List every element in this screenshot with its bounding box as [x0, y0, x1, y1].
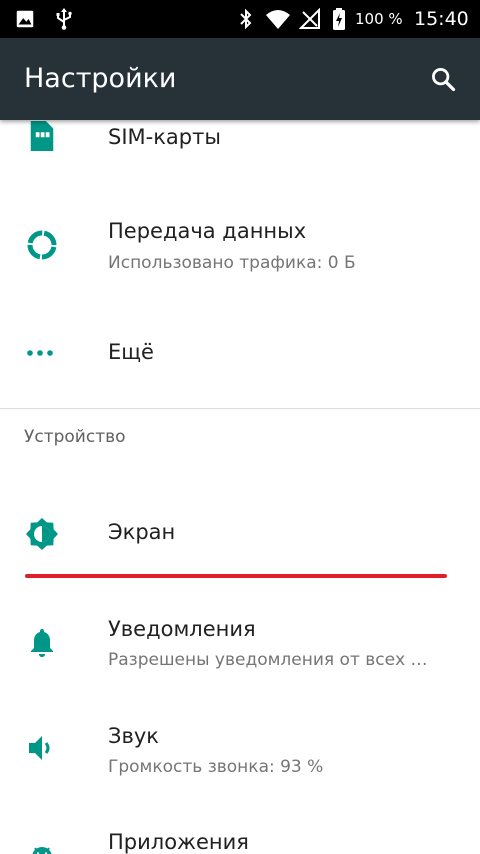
- setting-notifications[interactable]: Уведомления Разрешены уведомления от все…: [0, 590, 480, 700]
- highlight-underline: [25, 574, 447, 578]
- setting-subtitle: Использовано трафика: 0 Б: [108, 253, 356, 273]
- setting-title: Передача данных: [108, 219, 307, 243]
- setting-title: SIM-карты: [108, 125, 221, 149]
- setting-subtitle: Громкость звонка: 93 %: [108, 757, 324, 777]
- battery-percent: 100 %: [355, 10, 403, 28]
- setting-title: Ещё: [108, 340, 154, 364]
- wifi-icon: [265, 0, 291, 38]
- page-title: Настройки: [24, 63, 177, 94]
- section-divider: [0, 408, 480, 409]
- setting-sound[interactable]: Звук Громкость звонка: 93 %: [0, 700, 480, 805]
- brightness-icon: [22, 514, 62, 554]
- setting-subtitle: Разрешены уведомления от всех …: [108, 650, 428, 670]
- battery-charging-icon: [332, 0, 346, 38]
- more-horiz-icon: [22, 333, 62, 373]
- clock: 15:40: [414, 8, 469, 30]
- bluetooth-icon: [238, 0, 254, 38]
- setting-data-usage[interactable]: Передача данных Использовано трафика: 0 …: [0, 190, 480, 300]
- data-usage-icon: [22, 225, 62, 265]
- setting-title: Звук: [108, 724, 159, 748]
- usb-icon: [54, 0, 74, 38]
- setting-more[interactable]: Ещё: [0, 310, 480, 400]
- section-header-device: Устройство: [24, 427, 126, 447]
- volume-icon: [22, 728, 62, 768]
- setting-title: Экран: [108, 520, 176, 544]
- android-icon: [22, 836, 62, 854]
- sim-card-icon: [22, 120, 62, 156]
- bell-icon: [22, 622, 62, 662]
- settings-list: SIM-карты Передача данных Использовано т…: [0, 120, 480, 854]
- status-bar: 100 % 15:40: [0, 0, 480, 38]
- search-button[interactable]: [422, 58, 464, 100]
- search-icon: [432, 68, 456, 92]
- setting-display[interactable]: Экран: [0, 490, 480, 580]
- image-icon: [14, 0, 36, 38]
- setting-title: Приложения: [108, 830, 249, 854]
- app-bar: Настройки: [0, 38, 480, 120]
- setting-sim-cards[interactable]: SIM-карты: [0, 120, 480, 180]
- setting-apps[interactable]: Приложения: [0, 810, 480, 854]
- setting-title: Уведомления: [108, 617, 256, 641]
- no-signal-icon: [299, 0, 321, 38]
